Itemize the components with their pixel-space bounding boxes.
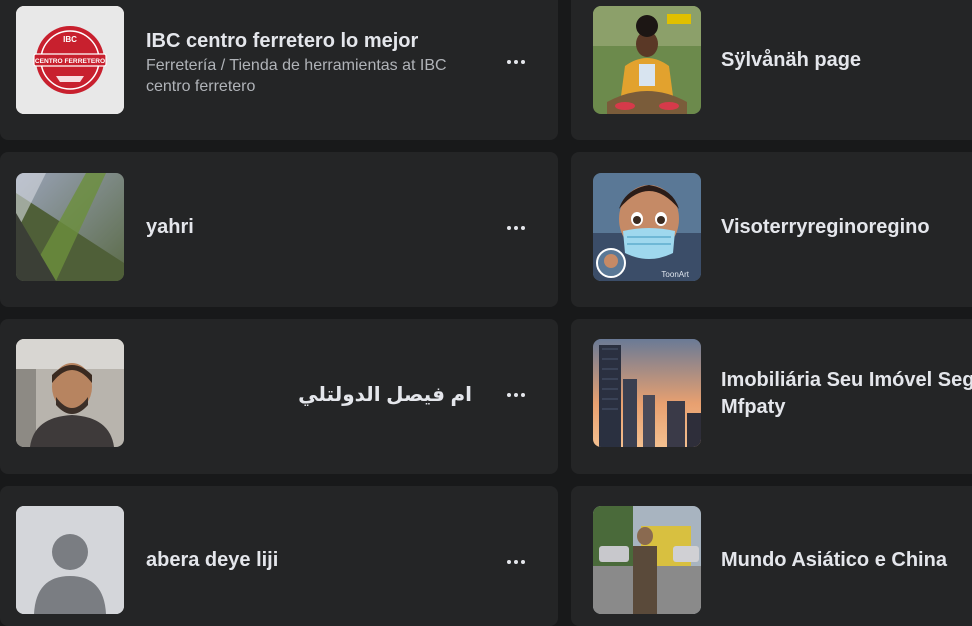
more-options-button[interactable]	[498, 544, 534, 580]
page-card-imobiliaria[interactable]: Imobiliária Seu Imóvel Seguro Mfpaty	[571, 319, 972, 474]
page-card-mundo-asiatico[interactable]: Mundo Asiático e China	[571, 486, 972, 626]
more-dots-icon	[507, 60, 525, 64]
page-card-visoterry[interactable]: ToonArt Visoterryreginoregino	[571, 152, 972, 307]
page-card-um-faisal[interactable]: ام فيصل الدولتلي	[0, 319, 558, 474]
page-thumbnail-sylvanah[interactable]	[593, 6, 701, 114]
page-card-abera[interactable]: abera deye liji	[0, 486, 558, 626]
page-name[interactable]: Sÿlvånäh page	[721, 47, 861, 73]
ibc-logo-main-text: CENTRO FERRETERO	[35, 58, 105, 65]
page-thumbnail-yahri[interactable]	[16, 173, 124, 281]
page-name[interactable]: Mundo Asiático e China	[721, 547, 947, 573]
page-thumbnail-ibc[interactable]: IBC CENTRO FERRETERO	[16, 6, 124, 114]
page-thumbnail-um-faisal[interactable]	[16, 339, 124, 447]
city-skyline-image	[593, 339, 701, 447]
more-options-button[interactable]	[498, 210, 534, 246]
more-options-button[interactable]	[498, 377, 534, 413]
page-thumbnail-visoterry[interactable]: ToonArt	[593, 173, 701, 281]
page-name[interactable]: yahri	[146, 214, 194, 240]
default-avatar-icon	[16, 506, 124, 614]
cartoon-boy-avatar-image: ToonArt	[593, 173, 701, 281]
page-name[interactable]: abera deye liji	[146, 547, 278, 573]
page-card-sylvanah[interactable]: Sÿlvånäh page	[571, 0, 972, 140]
man-avatar-image	[16, 339, 124, 447]
page-card-ibc[interactable]: IBC CENTRO FERRETERO IBC centro ferreter…	[0, 0, 558, 140]
more-dots-icon	[507, 393, 525, 397]
street-scene-image	[593, 506, 701, 614]
page-name[interactable]: Imobiliária Seu Imóvel Seguro	[721, 367, 972, 393]
page-name[interactable]: ام فيصل الدولتلي	[298, 382, 472, 408]
page-thumbnail-mundo-asiatico[interactable]	[593, 506, 701, 614]
yahri-avatar-image	[16, 173, 124, 281]
more-options-button[interactable]	[498, 44, 534, 80]
page-name[interactable]: IBC centro ferretero lo mejor	[146, 28, 418, 54]
page-name-line2: Mfpaty	[721, 396, 786, 418]
more-dots-icon	[507, 226, 525, 230]
woman-avatar-image	[593, 6, 701, 114]
page-thumbnail-abera[interactable]	[16, 506, 124, 614]
ibc-logo-image: IBC CENTRO FERRETERO	[16, 6, 124, 114]
page-thumbnail-imobiliaria[interactable]	[593, 339, 701, 447]
more-dots-icon	[507, 560, 525, 564]
page-name[interactable]: Visoterryreginoregino	[721, 214, 930, 240]
ibc-logo-top-text: IBC	[63, 35, 77, 44]
page-category: Ferretería / Tienda de herramientas at I…	[146, 57, 447, 95]
toonart-badge-text: ToonArt	[661, 270, 689, 279]
page-card-yahri[interactable]: yahri	[0, 152, 558, 307]
